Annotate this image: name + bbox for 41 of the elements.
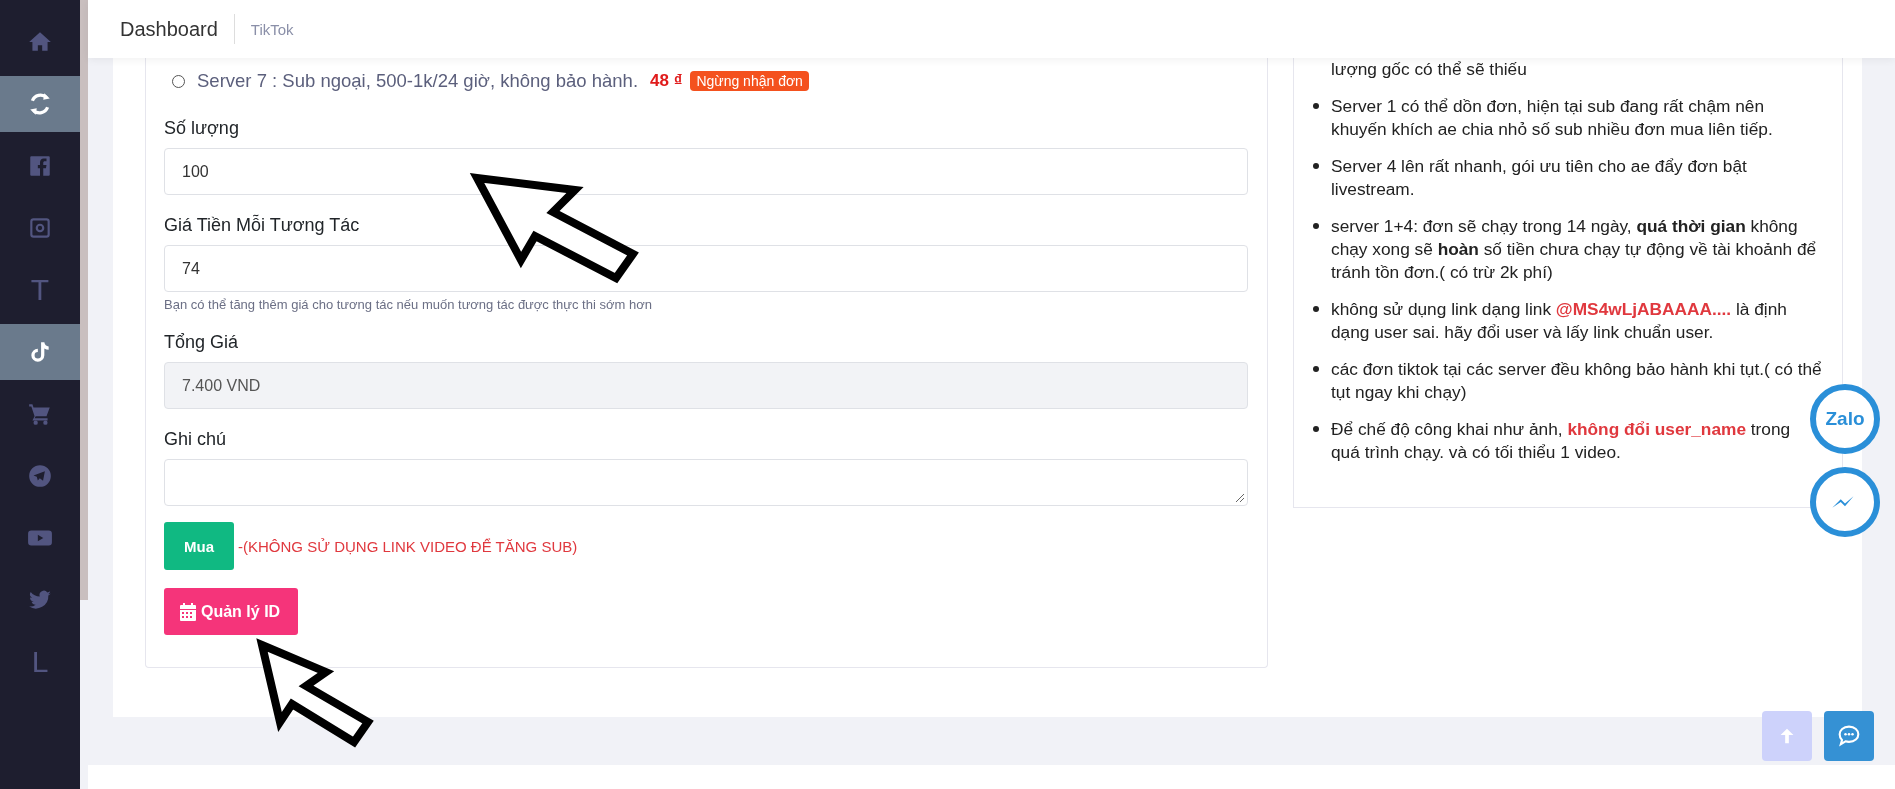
- sync-icon: [27, 91, 53, 117]
- note-text: Để chế độ công khai như ảnh, không đổi user_name trong quá trình chạy. và có tối thiểu 1 video.: [1331, 418, 1792, 464]
- price: 48 ₫: [650, 71, 683, 91]
- status-badge: Ngừng nhận đơn: [690, 71, 809, 91]
- calendar-icon: [180, 602, 196, 621]
- facebook-icon: [27, 153, 53, 179]
- field-label: Số lượng: [164, 118, 239, 139]
- sidebar-item[interactable]: [0, 76, 80, 132]
- note-text: lượng gốc có thể sẽ thiếu: [1331, 58, 1528, 81]
- sidebar-item[interactable]: T: [0, 262, 80, 318]
- field-label: Giá Tiền Mỗi Tương Tác: [164, 215, 360, 236]
- input-field[interactable]: 74: [164, 245, 1248, 292]
- buy-button[interactable]: Mua: [164, 522, 234, 570]
- scroll-top-button[interactable]: [1762, 711, 1812, 761]
- help-text: Bạn có thể tăng thêm giá cho tương tác nếu muốn tương tác được thực thi sớm hơn: [164, 297, 652, 312]
- note-text: server 1+4: đơn sẽ chạy trong 14 ngày, quá thời gian không chạy xong sẽ hoàn số tiền chưa chạy tự động về tài khoảnh để tránh tồn đơn.( có trừ 2k phí): [1331, 215, 1818, 284]
- resize-handle-icon[interactable]: [1236, 494, 1244, 502]
- bullet-icon: [1313, 102, 1319, 109]
- note-text: Server 4 lên rất nhanh, gói ưu tiên cho ae đẩy đơn bật livestream.: [1331, 155, 1748, 201]
- breadcrumb-link[interactable]: TikTok: [234, 20, 294, 38]
- note-text: Server 1 có thể dồn đơn, hiện tại sub đang rất chậm nên khuyến khích ae chia nhỏ số sub nhiều đơn mua liên tiếp.: [1331, 95, 1774, 141]
- server-option-label: Server 7 : Sub ngoại, 500-1k/24 giờ, không bảo hành.: [197, 70, 639, 92]
- field-label: Ghi chú: [164, 429, 227, 450]
- scrollbar-thumb[interactable]: [80, 0, 88, 600]
- manage-id-button[interactable]: Quản lý ID: [164, 588, 299, 635]
- bullet-icon: [1313, 305, 1319, 312]
- sidebar-item[interactable]: L: [0, 634, 80, 690]
- bullet-icon: [1313, 365, 1319, 372]
- sidebar-item[interactable]: [0, 324, 80, 380]
- warning-note: -(KHÔNG SỬ DỤNG LINK VIDEO ĐỂ TĂNG SUB): [238, 537, 578, 555]
- field-label: Tổng Giá: [164, 332, 239, 353]
- note-field[interactable]: [164, 459, 1248, 506]
- telegram-icon: [27, 463, 53, 489]
- bullet-icon: [1313, 162, 1319, 169]
- input-field[interactable]: 100: [164, 148, 1248, 195]
- bullet-icon: [1313, 425, 1319, 432]
- note-text: không sử dụng link dạng link @MS4wLjABAAAA.... là định dạng user sai. hãy đổi user và lấy link chuẩn user.: [1331, 298, 1788, 344]
- instagram-icon: [27, 215, 53, 241]
- page-title: Dashboard: [120, 14, 235, 44]
- bullet-icon: [1313, 222, 1319, 229]
- chat-button[interactable]: [1824, 711, 1874, 761]
